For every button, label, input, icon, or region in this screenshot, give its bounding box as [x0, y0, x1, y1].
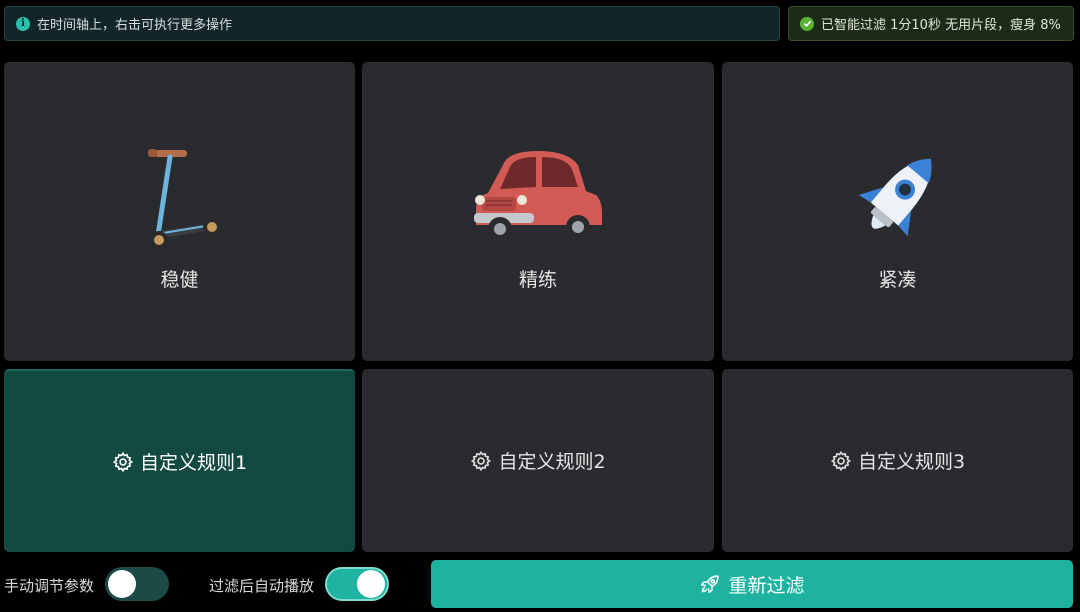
filter-result-text: 已智能过滤 1分10秒 无用片段，瘦身 8% [821, 18, 1061, 33]
filter-result-notice: 已智能过滤 1分10秒 无用片段，瘦身 8% [788, 6, 1074, 41]
preset-card-refined[interactable]: 精练 [362, 62, 714, 361]
rocket-outline-icon [701, 575, 720, 594]
custom-rule-card-1[interactable]: 自定义规则1 [4, 369, 355, 552]
info-icon: i [16, 16, 30, 31]
info-notice-text: 在时间轴上，右击可执行更多操作 [37, 18, 233, 33]
manual-params-toggle[interactable] [105, 567, 169, 601]
preset-label-steady: 稳健 [160, 269, 199, 291]
refilter-button-label: 重新过滤 [728, 574, 805, 597]
custom-rule-card-2[interactable]: 自定义规则2 [362, 369, 714, 552]
gear-icon [830, 450, 852, 471]
refilter-button[interactable]: 重新过滤 [431, 560, 1073, 608]
rocket-icon [823, 143, 973, 253]
toggle-knob [108, 570, 136, 598]
car-icon [463, 143, 613, 253]
preset-card-compact[interactable]: 紧凑 [722, 62, 1073, 361]
preset-label-refined: 精练 [518, 269, 557, 291]
autoplay-toggle[interactable] [325, 567, 389, 601]
gear-icon [112, 451, 134, 472]
custom-rule-card-3[interactable]: 自定义规则3 [722, 369, 1073, 552]
custom-rule-label-2: 自定义规则2 [498, 451, 606, 473]
info-notice: i 在时间轴上，右击可执行更多操作 [4, 6, 780, 41]
check-circle-icon [800, 16, 814, 31]
toggle-knob [357, 570, 385, 598]
custom-rule-label-3: 自定义规则3 [857, 451, 966, 473]
gear-icon [471, 450, 492, 471]
preset-card-steady[interactable]: 稳健 [4, 62, 355, 361]
preset-label-compact: 紧凑 [878, 269, 917, 291]
autoplay-label: 过滤后自动播放 [209, 577, 315, 595]
custom-rule-label-1: 自定义规则1 [139, 452, 248, 474]
scooter-icon [105, 143, 255, 253]
manual-params-label: 手动调节参数 [4, 577, 95, 595]
